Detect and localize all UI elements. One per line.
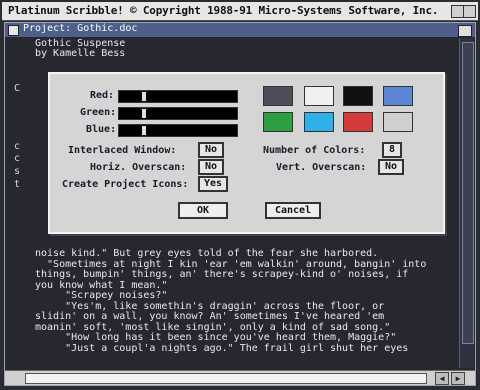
number-of-colors-label: Number of Colors:: [263, 145, 366, 156]
text-line: things, bumpin' things, an' there's scra…: [35, 269, 409, 280]
green-slider-knob[interactable]: [141, 109, 146, 118]
green-label: Green:: [80, 107, 117, 118]
screen-title-bar[interactable]: Platinum Scribble! © Copyright 1988-91 M…: [2, 2, 478, 21]
palette-swatch[interactable]: [304, 112, 334, 132]
interlaced-toggle[interactable]: No: [198, 142, 224, 158]
text-line: noise kind." But grey eyes told of the f…: [35, 248, 379, 259]
palette-swatch[interactable]: [383, 86, 413, 106]
text-line: "Scrapey noises?": [35, 290, 168, 301]
interlaced-label: Interlaced Window:: [68, 145, 177, 156]
palette-swatch[interactable]: [343, 86, 373, 106]
vertical-scrollbar[interactable]: [459, 38, 474, 368]
text-line: "Just a coupl'a nights ago." The frail g…: [35, 342, 409, 354]
horiz-overscan-toggle[interactable]: No: [198, 159, 224, 175]
close-icon[interactable]: [8, 25, 19, 36]
ok-button[interactable]: OK: [178, 202, 228, 219]
palette-swatch[interactable]: [263, 112, 293, 132]
partial-text: c: [14, 153, 21, 164]
vert-overscan-label: Vert. Overscan:: [276, 162, 367, 173]
document-body: noise kind." But grey eyes told of the f…: [35, 248, 455, 354]
partial-text: t: [14, 179, 21, 190]
blue-label: Blue:: [86, 124, 117, 135]
red-slider-knob[interactable]: [141, 92, 146, 101]
green-slider[interactable]: [118, 107, 238, 120]
palette-swatch[interactable]: [343, 112, 373, 132]
project-icons-label: Create Project Icons:: [62, 179, 189, 190]
red-label: Red:: [90, 90, 115, 101]
document-byline: by Kamelle Bess: [35, 48, 126, 59]
screen-depth-front-icon[interactable]: [463, 5, 476, 18]
horizontal-scroll-knob[interactable]: [25, 373, 427, 384]
text-line: slidin' on a wall, you know? An' sometim…: [35, 311, 385, 322]
palette-swatch[interactable]: [263, 86, 293, 106]
cancel-button[interactable]: Cancel: [265, 202, 321, 219]
screen-settings-dialog: Red: Green: Blue: Interlaced Window: No …: [48, 72, 445, 234]
project-icons-toggle[interactable]: Yes: [198, 176, 228, 192]
screen-title: Platinum Scribble! © Copyright 1988-91 M…: [8, 4, 439, 17]
red-slider[interactable]: [118, 90, 238, 103]
text-line: "How long has it been since you've heard…: [35, 332, 397, 343]
depth-icon[interactable]: [458, 25, 472, 37]
blue-slider-knob[interactable]: [141, 126, 146, 135]
horizontal-scrollbar[interactable]: ◀ ▶: [5, 370, 475, 385]
partial-text: C: [14, 83, 21, 94]
horiz-overscan-label: Horiz. Overscan:: [90, 162, 187, 173]
workbench-screen: Platinum Scribble! © Copyright 1988-91 M…: [0, 0, 480, 390]
scroll-left-icon[interactable]: ◀: [435, 372, 449, 385]
palette-swatch[interactable]: [304, 86, 334, 106]
partial-text: c: [14, 141, 21, 152]
number-of-colors-cycle[interactable]: 8: [382, 142, 402, 158]
scroll-right-icon[interactable]: ▶: [451, 372, 465, 385]
palette-swatch[interactable]: [383, 112, 413, 132]
partial-text: s: [14, 166, 21, 177]
vert-overscan-toggle[interactable]: No: [378, 159, 404, 175]
vertical-scroll-knob[interactable]: [462, 42, 474, 344]
blue-slider[interactable]: [118, 124, 238, 137]
window-title: Project: Gothic.doc: [23, 23, 138, 34]
window-title-bar[interactable]: Project: Gothic.doc: [5, 23, 475, 37]
